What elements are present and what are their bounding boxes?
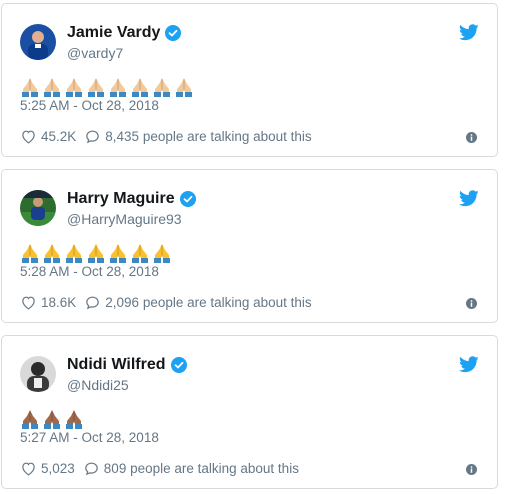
tweet-actions: 18.6K 2,096 people are talking about thi… — [20, 294, 320, 311]
avatar-image — [20, 190, 56, 226]
talking-link[interactable]: 809 people are talking about this — [83, 460, 299, 477]
heart-icon — [22, 296, 35, 310]
display-name-text[interactable]: Harry Maguire — [67, 190, 175, 208]
heart-icon — [22, 462, 35, 476]
talking-text: 2,096 people are talking about this — [105, 295, 312, 310]
folded-hands-emoji-icon — [154, 244, 170, 263]
avatar[interactable] — [20, 24, 56, 60]
folded-hands-emoji-icon — [66, 244, 82, 263]
handle[interactable]: @vardy7 — [67, 45, 123, 61]
folded-hands-emoji-icon — [66, 78, 82, 97]
heart-icon — [22, 130, 35, 144]
avatar[interactable] — [20, 190, 56, 226]
verified-badge-icon — [179, 191, 196, 207]
avatar-image — [20, 24, 56, 60]
folded-hands-emoji-icon — [132, 244, 148, 263]
timestamp[interactable]: 5:28 AM - Oct 28, 2018 — [20, 264, 159, 279]
like-button[interactable]: 45.2K — [20, 128, 76, 145]
info-icon[interactable] — [466, 298, 477, 309]
folded-hands-emoji-icon — [66, 410, 82, 429]
avatar-image — [20, 356, 56, 392]
info-icon[interactable] — [466, 464, 477, 475]
twitter-bird-icon[interactable] — [459, 190, 479, 207]
folded-hands-emoji-icon — [110, 244, 126, 263]
like-count: 18.6K — [41, 295, 77, 310]
folded-hands-emoji-icon — [88, 244, 104, 263]
tweet-card[interactable]: Harry Maguire @HarryMaguire93 5:28 AM - … — [1, 169, 498, 323]
verified-badge-icon — [165, 25, 182, 41]
handle[interactable]: @HarryMaguire93 — [67, 211, 182, 227]
like-button[interactable]: 18.6K — [20, 294, 76, 311]
talking-text: 8,435 people are talking about this — [105, 129, 312, 144]
folded-hands-emoji-icon — [44, 78, 60, 97]
reply-bubble-icon — [86, 130, 100, 144]
folded-hands-emoji-icon — [44, 244, 60, 263]
timestamp[interactable]: 5:27 AM - Oct 28, 2018 — [20, 430, 159, 445]
folded-hands-emoji-icon — [22, 410, 38, 429]
emoji-row — [20, 408, 84, 430]
folded-hands-emoji-icon — [44, 410, 60, 429]
display-name[interactable]: Harry Maguire — [67, 190, 196, 208]
tweet-actions: 45.2K 8,435 people are talking about thi… — [20, 128, 320, 145]
folded-hands-emoji-icon — [88, 78, 104, 97]
display-name[interactable]: Jamie Vardy — [67, 24, 182, 42]
tweet-card[interactable]: Ndidi Wilfred @Ndidi25 5:27 AM - Oct 28,… — [1, 335, 498, 489]
like-count: 45.2K — [41, 129, 77, 144]
folded-hands-emoji-icon — [22, 244, 38, 263]
like-button[interactable]: 5,023 — [20, 460, 75, 477]
folded-hands-emoji-icon — [176, 78, 192, 97]
timestamp[interactable]: 5:25 AM - Oct 28, 2018 — [20, 98, 159, 113]
handle[interactable]: @Ndidi25 — [67, 377, 129, 393]
twitter-bird-icon[interactable] — [459, 356, 479, 373]
folded-hands-emoji-icon — [132, 78, 148, 97]
folded-hands-emoji-icon — [22, 78, 38, 97]
folded-hands-emoji-icon — [110, 78, 126, 97]
emoji-row — [20, 242, 172, 264]
talking-link[interactable]: 2,096 people are talking about this — [84, 294, 312, 311]
talking-text: 809 people are talking about this — [103, 461, 299, 476]
folded-hands-emoji-icon — [154, 78, 170, 97]
tweet-card[interactable]: Jamie Vardy @vardy7 5:25 AM - Oct 28, 20… — [1, 3, 498, 157]
twitter-bird-icon[interactable] — [459, 24, 479, 41]
like-count: 5,023 — [41, 461, 75, 476]
display-name-text[interactable]: Ndidi Wilfred — [67, 356, 166, 374]
display-name-text[interactable]: Jamie Vardy — [67, 24, 160, 42]
verified-badge-icon — [170, 357, 187, 373]
avatar[interactable] — [20, 356, 56, 392]
display-name[interactable]: Ndidi Wilfred — [67, 356, 187, 374]
emoji-row — [20, 76, 194, 98]
talking-link[interactable]: 8,435 people are talking about this — [84, 128, 312, 145]
info-icon[interactable] — [466, 132, 477, 143]
tweet-actions: 5,023 809 people are talking about this — [20, 460, 307, 477]
reply-bubble-icon — [86, 296, 100, 310]
reply-bubble-icon — [85, 462, 98, 476]
